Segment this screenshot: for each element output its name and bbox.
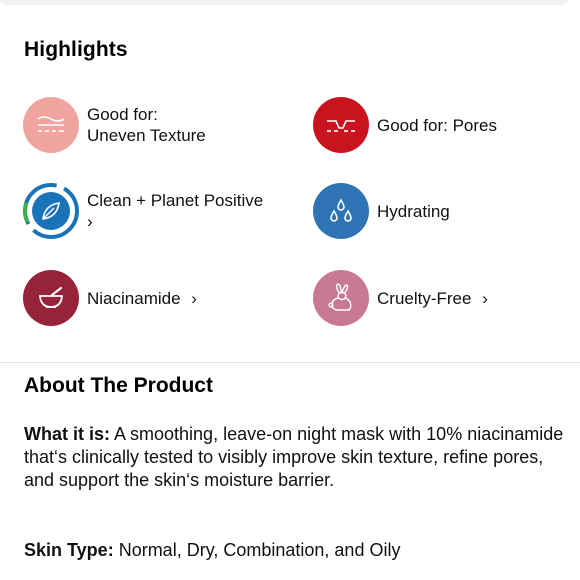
what-it-is-label: What it is: xyxy=(24,424,110,444)
highlight-uneven-texture[interactable]: Good for: Uneven Texture xyxy=(23,97,206,153)
bunny-icon xyxy=(313,270,369,326)
highlight-hydrating[interactable]: Hydrating xyxy=(313,183,450,239)
about-heading: About The Product xyxy=(24,374,213,397)
highlight-label: Good for: Pores xyxy=(377,115,498,135)
highlight-clean-planet-positive[interactable]: Clean + Planet Positive › xyxy=(23,183,263,239)
highlight-niacinamide[interactable]: Niacinamide › xyxy=(23,270,197,326)
skin-type-paragraph: Skin Type: Normal, Dry, Combination, and… xyxy=(24,539,564,562)
highlights-heading: Highlights xyxy=(24,38,128,61)
chevron-right-icon: › xyxy=(87,212,93,231)
pores-icon xyxy=(313,97,369,153)
highlight-label: Clean + Planet Positive › xyxy=(87,191,264,231)
water-drops-icon xyxy=(313,183,369,239)
what-it-is-paragraph: What it is: A smoothing, leave-on night … xyxy=(24,423,564,492)
chevron-right-icon: › xyxy=(482,288,488,308)
texture-layers-icon xyxy=(23,97,79,153)
chevron-right-icon: › xyxy=(191,288,197,308)
highlight-label: Cruelty-Free › xyxy=(377,288,488,308)
section-divider xyxy=(0,362,580,363)
highlight-label: Niacinamide › xyxy=(87,288,197,308)
skin-type-label: Skin Type: xyxy=(24,540,114,560)
clean-planet-positive-icon xyxy=(23,183,79,239)
highlight-label: Hydrating xyxy=(377,201,450,221)
highlight-pores[interactable]: Good for: Pores xyxy=(313,97,497,153)
skin-type-text: Normal, Dry, Combination, and Oily xyxy=(113,540,401,560)
highlight-cruelty-free[interactable]: Cruelty-Free › xyxy=(313,270,488,326)
mortar-pestle-icon xyxy=(23,270,79,326)
top-card-edge xyxy=(0,0,568,5)
highlight-label: Good for: Uneven Texture xyxy=(87,105,206,145)
